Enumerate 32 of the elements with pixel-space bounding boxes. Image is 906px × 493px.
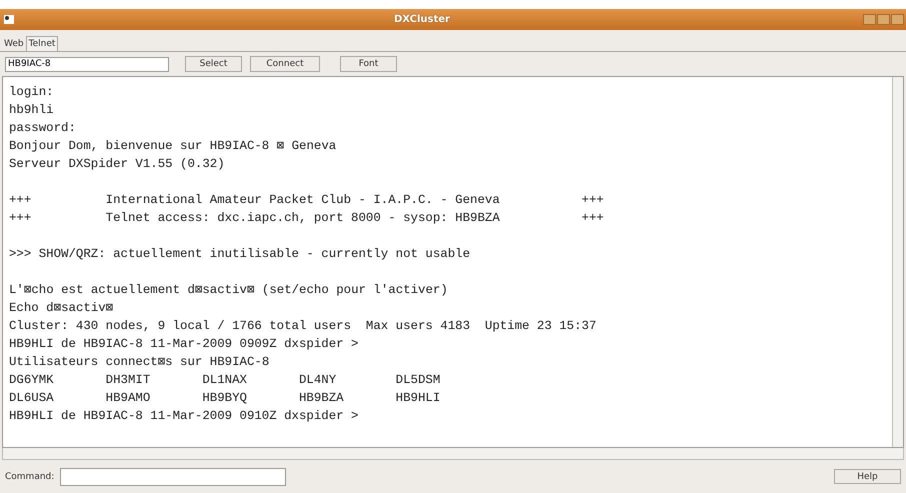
tab[interactable]: Telnet [26,36,58,51]
toolbar-button[interactable]: Select [185,56,242,72]
terminal-line: +++ Telnet access: dxc.iapc.ch, port 8000 - sysop: HB9BZA +++ [9,210,604,227]
help-button[interactable]: Help [834,469,901,484]
terminal-line: HB9HLI de HB9IAC-8 11-Mar-2009 0909Z dxspider > [9,336,358,353]
close-button[interactable] [891,14,904,25]
terminal-line: hb9hli [9,102,54,119]
terminal-line: DG6YMK DH3MIT DL1NAX DL4NY DL5DSM [9,372,440,389]
terminal-line: password: [9,120,76,137]
app-icon [3,14,15,25]
toolbar-button[interactable]: Font [340,56,397,72]
maximize-button[interactable] [877,14,890,25]
vertical-scrollbar[interactable] [892,77,903,447]
terminal-line: Bonjour Dom, bienvenue sur HB9IAC-8 ⊠ Geneva [9,138,336,155]
terminal-line: Echo d⊠sactiv⊠ [9,300,114,317]
host-field[interactable]: HB9IAC-8 [5,56,169,72]
command-label: Command: [5,472,54,482]
terminal-line: L'⊠cho est actuellement d⊠sactiv⊠ (set/echo pour l'activer) [9,282,448,299]
terminal-line: DL6USA HB9AMO HB9BYQ HB9BZA HB9HLI [9,390,440,407]
terminal-line: Utilisateurs connect⊠s sur HB9IAC-8 [9,354,270,371]
command-field[interactable] [60,468,286,486]
tab[interactable]: Web [2,37,26,51]
terminal-line: >>> SHOW/QRZ: actuellement inutilisable - currently not usable [9,246,470,263]
horizontal-scrollbar[interactable] [2,448,904,460]
terminal-line: login: [9,84,54,101]
toolbar-button[interactable]: Connect [250,56,320,72]
terminal-line: Serveur DXSpider V1.55 (0.32) [9,156,225,173]
terminal-line: Cluster: 430 nodes, 9 local / 1766 total users Max users 4183 Uptime 23 15:37 [9,318,596,335]
terminal-line: +++ International Amateur Packet Club - I.A.P.C. - Geneva +++ [9,192,604,209]
terminal-line: HB9HLI de HB9IAC-8 11-Mar-2009 0910Z dxspider > [9,408,358,425]
window-title: DXCluster [393,14,451,25]
minimize-button[interactable] [863,14,876,25]
